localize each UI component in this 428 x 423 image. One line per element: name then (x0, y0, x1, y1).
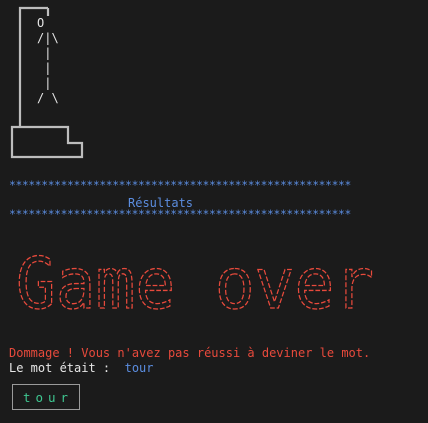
revealed-word: tour (124, 361, 154, 375)
game-over-banner: Game over (16, 242, 375, 320)
defeat-message: Dommage ! Vous n'avez pas réussi à devin… (9, 346, 371, 360)
revealed-word-spaced: tour (22, 389, 74, 405)
results-stars-bottom: ****************************************… (9, 208, 351, 221)
word-reveal: Le mot était : tour (9, 361, 154, 375)
hangman-figure: O /|\ | | | / \ (37, 16, 59, 105)
results-stars-top: ****************************************… (9, 179, 351, 192)
word-reveal-label: Le mot était : (9, 361, 118, 375)
revealed-word-box: tour (12, 384, 80, 410)
game-over-text: Game over (16, 243, 374, 320)
